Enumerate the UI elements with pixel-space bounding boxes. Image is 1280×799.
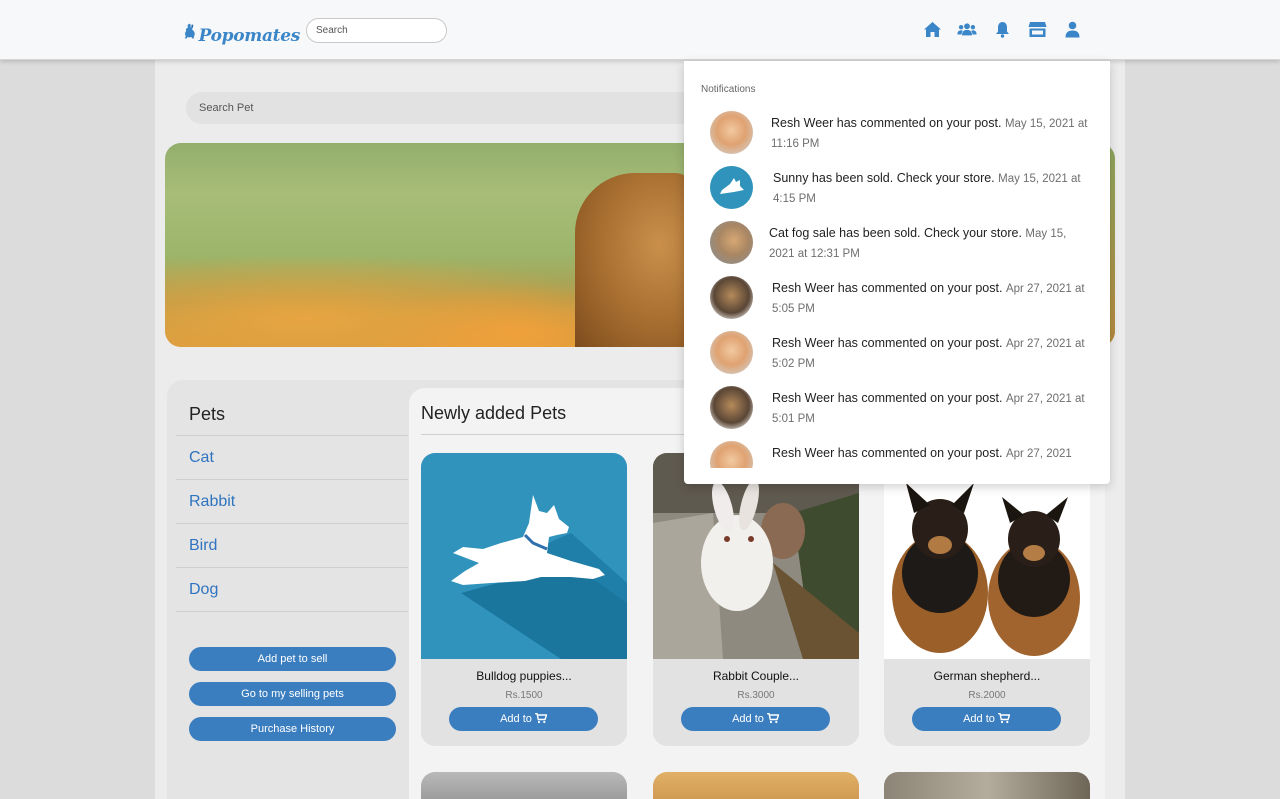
- avatar: [710, 276, 753, 319]
- search-pet-input[interactable]: Search Pet: [186, 92, 746, 124]
- pet-card-image-partial[interactable]: [653, 772, 859, 799]
- pets-section-title: Newly added Pets: [421, 403, 567, 423]
- brand-logo[interactable]: Popomates: [184, 9, 300, 53]
- pet-card-price: Rs.1500: [505, 690, 543, 701]
- pet-card[interactable]: German shepherd... Rs.2000 Add to: [884, 453, 1090, 746]
- add-to-label: Add to: [732, 713, 764, 725]
- pet-card[interactable]: Bulldog puppies... Rs.1500 Add to: [421, 453, 627, 746]
- notification-item[interactable]: Resh Weer has commented on your post. Ap…: [710, 381, 1100, 429]
- notification-item[interactable]: Resh Weer has commented on your post. Ap…: [710, 326, 1100, 374]
- pet-card-image-partial[interactable]: [884, 772, 1090, 799]
- divider: [421, 434, 696, 435]
- category-dog[interactable]: Dog: [176, 568, 408, 612]
- pet-card[interactable]: Rabbit Couple... Rs.3000 Add to: [653, 453, 859, 746]
- pet-category-sidebar: Pets Cat Rabbit Bird Dog Add pet to sell…: [176, 400, 408, 741]
- pet-card-price: Rs.3000: [737, 690, 775, 701]
- notification-text: Resh Weer has commented on your post.: [772, 336, 1003, 350]
- notification-item[interactable]: Resh Weer has commented on your post. Ap…: [710, 271, 1100, 319]
- pet-card-price: Rs.2000: [968, 690, 1006, 701]
- notification-text: Resh Weer has commented on your post.: [771, 116, 1002, 130]
- notification-time: Apr 27, 2021: [1005, 448, 1072, 460]
- top-navbar: Popomates Search: [0, 0, 1280, 60]
- user-icon[interactable]: [1062, 19, 1082, 39]
- notification-item[interactable]: Resh Weer has commented on your post. Ap…: [710, 436, 1100, 468]
- brand-name: Popomates: [198, 26, 301, 46]
- friends-icon[interactable]: [957, 19, 977, 39]
- notifications-list[interactable]: Resh Weer has commented on your post. Ma…: [684, 106, 1110, 468]
- notification-text: Resh Weer has commented on your post.: [772, 446, 1003, 460]
- notifications-title: Notifications: [701, 84, 756, 95]
- category-bird[interactable]: Bird: [176, 524, 408, 568]
- home-icon[interactable]: [922, 19, 942, 39]
- cart-icon: [766, 712, 780, 724]
- avatar: [710, 111, 753, 154]
- avatar: [710, 331, 753, 374]
- notification-item[interactable]: Cat fog sale has been sold. Check your s…: [710, 216, 1100, 264]
- my-selling-pets-button[interactable]: Go to my selling pets: [189, 682, 396, 706]
- notification-text: Resh Weer has commented on your post.: [772, 281, 1003, 295]
- pet-card-title: Bulldog puppies...: [476, 669, 572, 683]
- add-to-label: Add to: [500, 713, 532, 725]
- notification-text: Resh Weer has commented on your post.: [772, 391, 1003, 405]
- pet-card-title: Rabbit Couple...: [712, 669, 800, 683]
- cart-icon: [997, 712, 1011, 724]
- cart-icon: [534, 712, 548, 724]
- avatar: [710, 166, 753, 209]
- notification-text: Sunny has been sold. Check your store.: [773, 171, 995, 185]
- avatar: [710, 441, 753, 468]
- category-cat[interactable]: Cat: [176, 436, 408, 480]
- add-pet-to-sell-button[interactable]: Add pet to sell: [189, 647, 396, 671]
- add-to-label: Add to: [963, 713, 995, 725]
- pet-card-image-partial[interactable]: [421, 772, 627, 799]
- nav-icon-bar: [922, 19, 1082, 39]
- category-rabbit[interactable]: Rabbit: [176, 480, 408, 524]
- dog-logo-icon: [184, 23, 195, 39]
- sidebar-title: Pets: [176, 400, 408, 436]
- notification-item[interactable]: Resh Weer has commented on your post. Ma…: [710, 106, 1100, 154]
- notification-text: Cat fog sale has been sold. Check your s…: [769, 226, 1022, 240]
- avatar: [710, 386, 753, 429]
- notification-item[interactable]: Sunny has been sold. Check your store. M…: [710, 161, 1100, 209]
- bell-icon[interactable]: [992, 19, 1012, 39]
- notifications-dropdown: Notifications Resh Weer has commented on…: [684, 61, 1110, 484]
- avatar: [710, 221, 753, 264]
- pet-card-title: German shepherd...: [933, 669, 1041, 683]
- dog-illustration-image: [421, 453, 627, 659]
- search-input[interactable]: Search: [306, 18, 447, 43]
- add-to-cart-button[interactable]: Add to: [912, 707, 1061, 731]
- purchase-history-button[interactable]: Purchase History: [189, 717, 396, 741]
- add-to-cart-button[interactable]: Add to: [681, 707, 830, 731]
- store-icon[interactable]: [1027, 19, 1047, 39]
- add-to-cart-button[interactable]: Add to: [449, 707, 598, 731]
